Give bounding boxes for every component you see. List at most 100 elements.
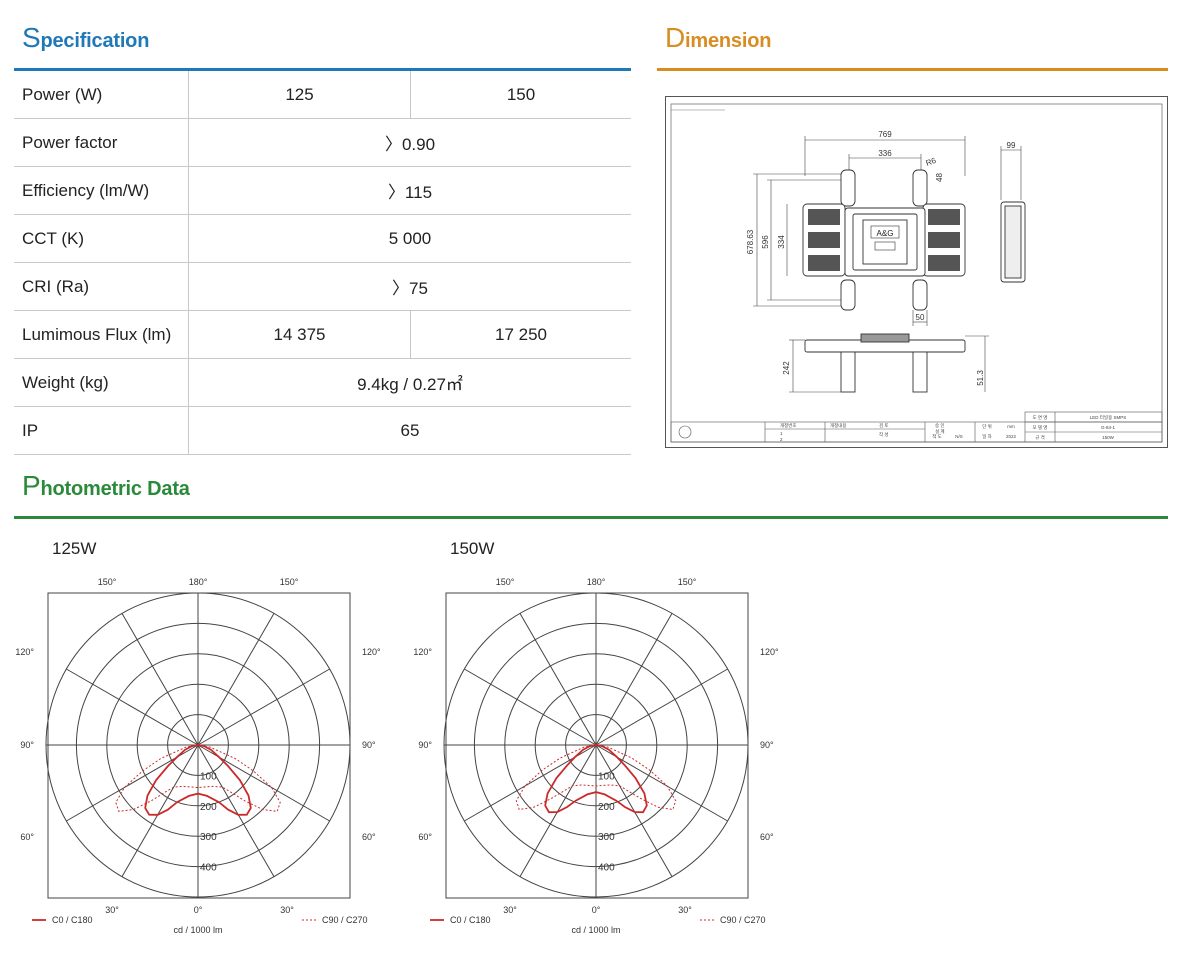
polar-angle-label: 30° xyxy=(105,905,119,915)
polar-angle-label: 30° xyxy=(280,905,294,915)
spec-value: 125 xyxy=(188,71,411,119)
legend-c0: C0 / C180 xyxy=(450,915,491,925)
tb-col-b: 개정내용 xyxy=(830,422,847,429)
polar-angle-label: 90° xyxy=(362,740,376,750)
polar-angle-label: 0° xyxy=(194,905,203,915)
tb-date-value: 2022 xyxy=(1006,434,1017,439)
spec-row-power: Power (W) 125 150 xyxy=(14,71,631,119)
spec-value: 17 250 xyxy=(410,310,631,359)
spec-value: 14 375 xyxy=(188,310,411,359)
photometric-title: Photometric Data xyxy=(22,470,190,501)
legend-c0: C0 / C180 xyxy=(52,915,93,925)
spec-label: Power (W) xyxy=(14,71,189,119)
dimension-rule xyxy=(657,68,1168,71)
logo-text: A&G xyxy=(877,229,894,238)
spec-label: IP xyxy=(14,406,189,455)
spec-row-ip: IP 65 xyxy=(14,406,631,455)
specification-title: Specification xyxy=(22,22,150,53)
dimension-title: Dimension xyxy=(665,22,772,53)
spec-value: 5 000 xyxy=(188,214,631,263)
spec-row-flux: Lumimous Flux (lm) 14 375 17 250 xyxy=(14,310,631,359)
tb-scale-value: N/S xyxy=(955,434,963,439)
fixture-side-view xyxy=(1000,201,1026,283)
spec-value: 〉75 xyxy=(188,262,631,311)
specification-table: Power (W) 125 150 Power factor 〉0.90 Eff… xyxy=(14,71,631,455)
polar-spoke xyxy=(66,668,199,746)
spec-row-cri: CRI (Ra) 〉75 xyxy=(14,262,631,311)
tb-name-label: 도 면 명 xyxy=(1033,414,1048,420)
polar-radial-tick: 100 xyxy=(598,771,615,782)
tb-code-label: 모 델 명 xyxy=(1033,424,1048,430)
tb-scale-label: 척 도 xyxy=(932,433,942,440)
polar-radial-tick: 100 xyxy=(200,771,217,782)
unit-label: cd / 1000 lm xyxy=(571,925,620,935)
tb-code-value: G-84-1 xyxy=(1101,425,1116,430)
tb-spec-label: 규 격 xyxy=(1035,434,1045,441)
spec-value: 150 xyxy=(410,71,631,119)
spec-row-weight: Weight (kg) 9.4kg / 0.27㎡ xyxy=(14,358,631,407)
spec-row-power-factor: Power factor 〉0.90 xyxy=(14,118,631,167)
spec-label: Efficiency (lm/W) xyxy=(14,166,189,215)
dimension-drawing: 769 336 R6 48 678.63 596 334 A&G 50 99 2… xyxy=(665,96,1168,448)
spec-value: 〉0.90 xyxy=(188,118,631,167)
polar-angle-label: 60° xyxy=(418,832,432,842)
polar-radial-tick: 200 xyxy=(200,802,217,813)
polar-angle-label: 0° xyxy=(592,905,601,915)
tb-date-label: 일 자 xyxy=(982,433,992,440)
polar-angle-label: 150° xyxy=(98,577,117,587)
tb-draw: 작 성 xyxy=(879,431,889,438)
dim-side-height: 242 xyxy=(782,361,791,375)
polar-spoke xyxy=(595,668,728,746)
polar-angle-label: 30° xyxy=(503,905,517,915)
polar-spoke xyxy=(121,744,199,877)
polar-angle-label: 30° xyxy=(678,905,692,915)
polar-angle-label: 60° xyxy=(760,832,774,842)
tb-design: 설 계 xyxy=(935,428,945,435)
tb-check: 검 토 xyxy=(879,422,889,428)
polar-spoke xyxy=(121,613,199,746)
spec-row-efficiency: Efficiency (lm/W) 〉115 xyxy=(14,166,631,215)
tb-col-a: 개정번호 xyxy=(780,422,797,429)
polar-angle-label: 120° xyxy=(362,647,381,657)
spec-label: CCT (K) xyxy=(14,214,189,263)
polar-angle-label: 90° xyxy=(418,740,432,750)
dim-center-width: 336 xyxy=(878,149,892,158)
dim-height-total: 678.63 xyxy=(746,229,755,254)
dim-overall-width: 769 xyxy=(878,130,892,139)
polar-spoke xyxy=(519,613,597,746)
polar-radial-tick: 200 xyxy=(598,802,615,813)
spec-label: Weight (kg) xyxy=(14,358,189,407)
legend-c90: C90 / C270 xyxy=(322,915,368,925)
unit-label: cd / 1000 lm xyxy=(173,925,222,935)
tb-spec-value: 150W xyxy=(1102,435,1115,440)
polar-radial-tick: 300 xyxy=(200,832,217,843)
spec-row-cct: CCT (K) 5 000 xyxy=(14,214,631,263)
polar-angle-label: 180° xyxy=(189,577,208,587)
polar-radial-tick: 400 xyxy=(598,863,615,874)
spec-value: 65 xyxy=(188,406,631,455)
dim-profile-height: 51.3 xyxy=(976,370,985,386)
photometric-rule xyxy=(14,516,1168,519)
tb-name-value: LED 터널용 SMPS xyxy=(1090,414,1126,421)
spec-label: Lumimous Flux (lm) xyxy=(14,310,189,359)
spec-value: 〉115 xyxy=(188,166,631,215)
spec-label: CRI (Ra) xyxy=(14,262,189,311)
legend-c90: C90 / C270 xyxy=(720,915,766,925)
polar-angle-label: 150° xyxy=(280,577,299,587)
polar-angle-label: 120° xyxy=(413,647,432,657)
polar-spoke xyxy=(464,668,597,746)
dim-side-depth: 99 xyxy=(1007,141,1016,150)
polar-spoke xyxy=(197,613,275,746)
tb-unit-label: 단 위 xyxy=(982,423,992,430)
dim-height-inner: 334 xyxy=(777,235,786,249)
polar-angle-label: 150° xyxy=(496,577,515,587)
polar-angle-label: 150° xyxy=(678,577,697,587)
dim-hole: 48 xyxy=(935,173,944,182)
polar-angle-label: 120° xyxy=(760,647,779,657)
spec-value: 9.4kg / 0.27㎡ xyxy=(188,358,631,407)
polar-angle-label: 60° xyxy=(20,832,34,842)
dim-height-mid: 596 xyxy=(761,235,770,249)
polar-spoke xyxy=(197,668,330,746)
tb-unit-value: mm xyxy=(1007,424,1015,429)
polar-chart-150w: 180° 150° 150° 120° 120° 90° 90° 60° 60° 30° 30° 0°… xyxy=(413,577,779,935)
